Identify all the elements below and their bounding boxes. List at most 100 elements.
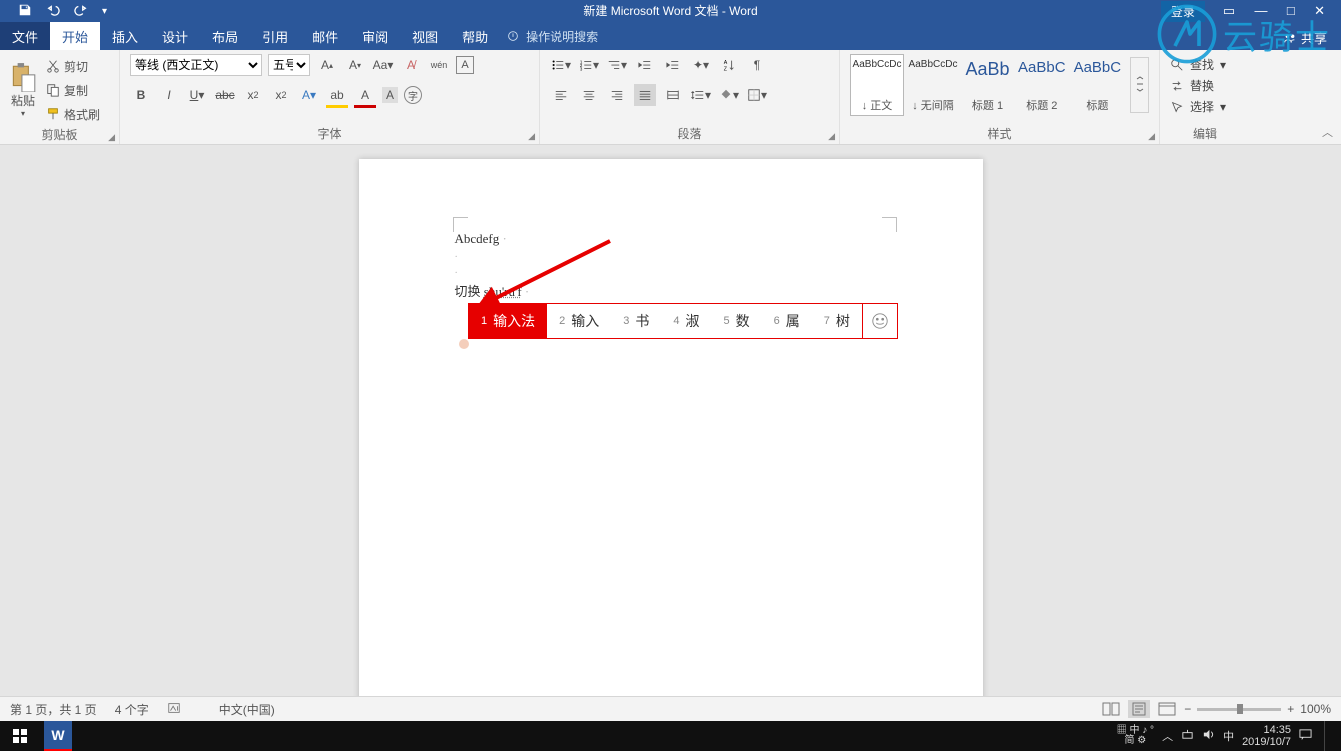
shrink-font-icon[interactable]: A▾ xyxy=(344,54,366,76)
view-read-icon[interactable] xyxy=(1100,700,1122,718)
tab-file[interactable]: 文件 xyxy=(0,22,50,50)
format-painter-button[interactable]: 格式刷 xyxy=(42,104,104,125)
find-button[interactable]: 查找 ▾ xyxy=(1170,54,1240,75)
copy-button[interactable]: 复制 xyxy=(42,80,104,101)
start-button[interactable] xyxy=(0,728,40,744)
tab-design[interactable]: 设计 xyxy=(150,22,200,50)
ime-candidate-4[interactable]: 4淑 xyxy=(661,304,711,338)
show-marks-icon[interactable]: ¶ xyxy=(746,54,768,76)
tray-action-center-icon[interactable] xyxy=(1299,728,1312,744)
replace-button[interactable]: 替换 xyxy=(1170,75,1240,96)
subscript-button[interactable]: x2 xyxy=(242,84,264,106)
style-heading1[interactable]: AaBb标题 1 xyxy=(962,54,1013,116)
doc-line-blank1[interactable]: · xyxy=(455,250,887,266)
clear-format-icon[interactable]: A̸ xyxy=(400,54,422,76)
ime-candidate-3[interactable]: 3书 xyxy=(611,304,661,338)
show-desktop[interactable] xyxy=(1324,721,1331,751)
launcher-styles[interactable]: ◢ xyxy=(1148,131,1155,142)
zoom-percent[interactable]: 100% xyxy=(1300,702,1331,716)
status-page[interactable]: 第 1 页，共 1 页 xyxy=(10,701,97,718)
ime-candidate-6[interactable]: 6属 xyxy=(762,304,812,338)
tell-me-search[interactable]: 操作说明搜索 xyxy=(506,22,598,50)
view-print-icon[interactable] xyxy=(1128,700,1150,718)
asian-layout-icon[interactable]: ✦▾ xyxy=(690,54,712,76)
grow-font-icon[interactable]: A▴ xyxy=(316,54,338,76)
zoom-in-icon[interactable]: + xyxy=(1287,702,1294,716)
font-name-select[interactable]: 等线 (西文正文) xyxy=(130,54,262,76)
tab-mailings[interactable]: 邮件 xyxy=(300,22,350,50)
align-right-icon[interactable] xyxy=(606,84,628,106)
tray-ime-lang[interactable]: 中 xyxy=(1223,728,1234,744)
tab-references[interactable]: 引用 xyxy=(250,22,300,50)
view-web-icon[interactable] xyxy=(1156,700,1178,718)
phonetic-guide-icon[interactable]: wén xyxy=(428,54,450,76)
align-center-icon[interactable] xyxy=(578,84,600,106)
share-button[interactable]: 共享 xyxy=(1283,28,1327,47)
cut-button[interactable]: 剪切 xyxy=(42,56,104,77)
minimize-icon[interactable]: — xyxy=(1247,3,1276,18)
strike-button[interactable]: abc xyxy=(214,84,236,106)
style-title[interactable]: AaBbC标题 xyxy=(1071,54,1125,116)
maximize-icon[interactable]: □ xyxy=(1279,3,1303,18)
page[interactable]: Abcdefg · · · 切换 shu'ru'f · xyxy=(359,159,983,696)
ime-candidate-2[interactable]: 2输入 xyxy=(547,304,611,338)
superscript-button[interactable]: x2 xyxy=(270,84,292,106)
bold-button[interactable]: B xyxy=(130,84,152,106)
login-button[interactable]: 登录 xyxy=(1161,1,1205,22)
style-normal[interactable]: AaBbCcDc↓ 正文 xyxy=(850,54,904,116)
change-case-icon[interactable]: Aa▾ xyxy=(372,54,394,76)
ime-emoji-button[interactable] xyxy=(862,304,897,338)
decrease-indent-icon[interactable] xyxy=(634,54,656,76)
numbering-icon[interactable]: 123▾ xyxy=(578,54,600,76)
tab-help[interactable]: 帮助 xyxy=(450,22,500,50)
zoom-slider[interactable] xyxy=(1197,708,1281,711)
text-effects-icon[interactable]: A▾ xyxy=(298,84,320,106)
shading-icon[interactable]: ▾ xyxy=(718,84,740,106)
font-size-select[interactable]: 五号 xyxy=(268,54,310,76)
ime-candidate-7[interactable]: 7树 xyxy=(812,304,862,338)
line-spacing-icon[interactable]: ▾ xyxy=(690,84,712,106)
highlight-icon[interactable]: ab xyxy=(326,84,348,106)
char-border-icon[interactable]: A xyxy=(456,56,474,74)
tray-network-icon[interactable] xyxy=(1181,728,1194,744)
collapse-ribbon-icon[interactable]: ︿ xyxy=(1322,124,1333,140)
enclose-char-icon[interactable]: 字 xyxy=(404,86,422,104)
status-proofing-icon[interactable] xyxy=(167,701,181,718)
increase-indent-icon[interactable] xyxy=(662,54,684,76)
launcher-font[interactable]: ◢ xyxy=(528,131,535,142)
style-heading2[interactable]: AaBbC标题 2 xyxy=(1015,54,1069,116)
paste-button[interactable]: 粘贴 ▾ xyxy=(10,54,36,126)
style-nospace[interactable]: AaBbCcDc↓ 无间隔 xyxy=(906,54,960,116)
select-button[interactable]: 选择 ▾ xyxy=(1170,96,1240,117)
tab-layout[interactable]: 布局 xyxy=(200,22,250,50)
sort-icon[interactable]: AZ xyxy=(718,54,740,76)
tray-volume-icon[interactable] xyxy=(1202,728,1215,744)
redo-icon[interactable] xyxy=(74,3,88,20)
zoom-out-icon[interactable]: − xyxy=(1184,702,1191,716)
underline-button[interactable]: U ▾ xyxy=(186,84,208,106)
borders-icon[interactable]: ▾ xyxy=(746,84,768,106)
launcher-clipboard[interactable]: ◢ xyxy=(108,132,115,143)
tab-insert[interactable]: 插入 xyxy=(100,22,150,50)
distributed-icon[interactable] xyxy=(662,84,684,106)
tray-ime-state[interactable]: ▦ 中 ♪ ° 简 ⚙ xyxy=(1117,726,1154,746)
tray-clock[interactable]: 14:35 2019/10/7 xyxy=(1242,724,1291,748)
align-left-icon[interactable] xyxy=(550,84,572,106)
align-justify-icon[interactable] xyxy=(634,84,656,106)
tab-home[interactable]: 开始 xyxy=(50,22,100,50)
bullets-icon[interactable]: ▾ xyxy=(550,54,572,76)
tray-chevron-up-icon[interactable]: ︿ xyxy=(1162,728,1173,744)
doc-line-blank2[interactable]: · xyxy=(455,266,887,282)
ribbon-display-icon[interactable]: ▭ xyxy=(1215,3,1243,18)
taskbar-app-word[interactable]: W xyxy=(44,721,72,751)
close-icon[interactable]: ✕ xyxy=(1306,3,1333,18)
status-words[interactable]: 4 个字 xyxy=(115,701,149,718)
doc-line-1[interactable]: Abcdefg · xyxy=(455,229,887,250)
multilevel-icon[interactable]: ▾ xyxy=(606,54,628,76)
ime-candidate-1[interactable]: 1输入法 xyxy=(469,304,547,338)
tab-view[interactable]: 视图 xyxy=(400,22,450,50)
status-language[interactable]: 中文(中国) xyxy=(219,701,275,718)
ime-candidate-5[interactable]: 5数 xyxy=(712,304,762,338)
save-icon[interactable] xyxy=(18,3,32,20)
undo-icon[interactable] xyxy=(46,3,60,20)
